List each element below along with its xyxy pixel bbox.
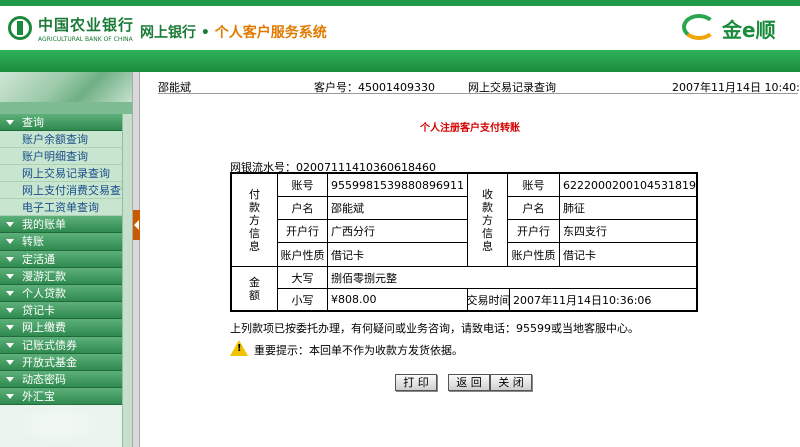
payee-name-label: 户名 [508, 197, 560, 220]
expand-arrow-icon [6, 222, 14, 228]
payer-name-label: 户名 [278, 197, 328, 220]
header-green-band [0, 50, 800, 72]
watermark [8, 402, 108, 447]
tip-text: 重要提示：本回单不作为收款方发货依据。 [254, 344, 463, 357]
payee-bank-label: 开户行 [508, 220, 560, 243]
menu-group-6[interactable]: 贷记卡 [0, 302, 122, 320]
payer-account-label: 账号 [278, 174, 328, 197]
payee-bank: 东四支行 [560, 220, 696, 243]
amount-upper: 捌佰零捌元整 [328, 267, 696, 289]
menu-item[interactable]: 网上交易记录查询 [0, 165, 122, 183]
payee-type-label: 账户性质 [508, 243, 560, 267]
page-name: 网上交易记录查询 [468, 81, 556, 94]
menu-item[interactable]: 账户余额查询 [0, 131, 122, 149]
payee-account: 6222000200104531819 [560, 174, 696, 197]
payee-account-label: 账号 [508, 174, 560, 197]
expand-arrow-icon [6, 394, 14, 400]
receipt-table: 付款方信息 账号 9559981539880896911 户名 邵能斌 开户行 … [230, 172, 698, 312]
bank-name-en: AGRICULTURAL BANK OF CHINA [38, 36, 133, 43]
sidebar: 查询账户余额查询 账户明细查询 网上交易记录查询 网上支付消费交易查询 电子工资单查询我… [0, 72, 132, 447]
payer-bank: 广西分行 [328, 220, 468, 243]
abc-emblem-icon [8, 16, 32, 40]
amount-lower: ¥808.00 [328, 289, 468, 310]
bank-logo: 中国农业银行 AGRICULTURAL BANK OF CHINA [8, 12, 133, 48]
user-name: 邵能斌 [158, 81, 191, 94]
payee-type: 借记卡 [560, 243, 696, 267]
main-content: 邵能斌 客户号：45001409330 网上交易记录查询 2007年11月14日… [140, 72, 800, 447]
payee-name: 肺征 [560, 197, 696, 220]
menu-group-4[interactable]: 漫游汇款 [0, 267, 122, 285]
system-title-prefix: 网上银行 • [140, 25, 215, 41]
sidebar-decoration [0, 72, 132, 114]
menu-group-label: 动态密码 [22, 372, 66, 386]
menu-group-label: 漫游汇款 [22, 269, 66, 283]
payer-account: 9559981539880896911 [328, 174, 468, 197]
payer-type-label: 账户性质 [278, 243, 328, 267]
expand-arrow-icon [6, 325, 14, 331]
payee-section-label: 收款方信息 [468, 174, 508, 267]
brand-name: 金e顺 [722, 18, 776, 42]
menu-group-10[interactable]: 动态密码 [0, 370, 122, 389]
menu-group-9[interactable]: 开放式基金 [0, 353, 122, 371]
sidebar-menu: 查询账户余额查询 账户明细查询 网上交易记录查询 网上支付消费交易查询 电子工资单查询我… [0, 114, 132, 406]
menu-item[interactable]: 账户明细查询 [0, 148, 122, 166]
menu-group-label: 贷记卡 [22, 304, 55, 318]
amount-lower-label: 小写 [278, 289, 328, 310]
brand-logo: 金e顺 [680, 8, 792, 44]
menu-group-2[interactable]: 转账 [0, 233, 122, 251]
menu-group-label: 转账 [22, 235, 44, 249]
menu-group-label: 个人贷款 [22, 286, 66, 300]
info-bar: 邵能斌 客户号：45001409330 网上交易记录查询 2007年11月14日… [158, 76, 800, 94]
menu-item[interactable]: 网上支付消费交易查询 [0, 182, 132, 200]
menu-group-label: 开放式基金 [22, 355, 77, 369]
expand-arrow-icon [6, 239, 14, 245]
menu-group-3[interactable]: 定活通 [0, 250, 122, 268]
print-button[interactable]: 打 印 [395, 374, 437, 391]
amount-upper-label: 大写 [278, 267, 328, 289]
system-title-main: 个人客户服务系统 [214, 25, 327, 41]
brand-swoosh-icon [682, 14, 716, 40]
sidebar-scrollbar[interactable] [122, 114, 132, 447]
payer-name: 邵能斌 [328, 197, 468, 220]
current-datetime: 2007年11月14日 10:40:09 [672, 81, 800, 94]
trade-time-label: 交易时间 [468, 289, 510, 310]
menu-group-1[interactable]: 我的账单 [0, 216, 122, 234]
customer-number: 客户号：45001409330 [314, 81, 435, 94]
menu-group-label: 网上缴费 [22, 321, 66, 335]
receipt-title: 个人注册客户支付转账 [420, 123, 520, 134]
menu-group-7[interactable]: 网上缴费 [0, 319, 122, 337]
header: 中国农业银行 AGRICULTURAL BANK OF CHINA 网上银行 •… [0, 0, 800, 72]
bank-name-cn: 中国农业银行 [38, 16, 135, 34]
menu-group-label: 定活通 [22, 252, 55, 266]
payer-section-label: 付款方信息 [232, 174, 278, 267]
menu-group-8[interactable]: 记账式债券 [0, 336, 122, 354]
expand-arrow-icon [6, 290, 14, 296]
expand-arrow-icon [6, 256, 14, 262]
trade-time: 2007年11月14日10:36:06 [513, 293, 652, 307]
menu-group-5[interactable]: 个人贷款 [0, 284, 122, 303]
expand-arrow-icon [6, 359, 14, 365]
warning-icon [230, 340, 248, 356]
menu-item[interactable]: 电子工资单查询 [0, 199, 122, 217]
menu-group-0[interactable]: 查询 [0, 114, 122, 132]
header-top-line [0, 0, 800, 6]
close-button[interactable]: 关 闭 [490, 374, 532, 391]
expand-arrow-icon [6, 342, 14, 348]
frame-splitter[interactable] [132, 72, 140, 447]
system-title: 网上银行 • 个人客户服务系统 [140, 22, 327, 42]
expand-arrow-icon [6, 308, 14, 314]
menu-group-label: 查询 [22, 116, 44, 129]
notice-text: 上列款项已按委托办理，有何疑问或业务咨询，请致电话：95599或当地客服中心。 [230, 322, 639, 335]
menu-group-label: 记账式债券 [22, 338, 77, 352]
expand-arrow-icon [6, 376, 14, 382]
expand-arrow-icon [6, 120, 14, 125]
expand-arrow-icon [6, 273, 14, 279]
back-button[interactable]: 返 回 [448, 374, 490, 391]
menu-group-label: 我的账单 [22, 218, 66, 232]
payer-bank-label: 开户行 [278, 220, 328, 243]
payer-type: 借记卡 [328, 243, 468, 267]
amount-section-label: 金额 [232, 267, 278, 310]
